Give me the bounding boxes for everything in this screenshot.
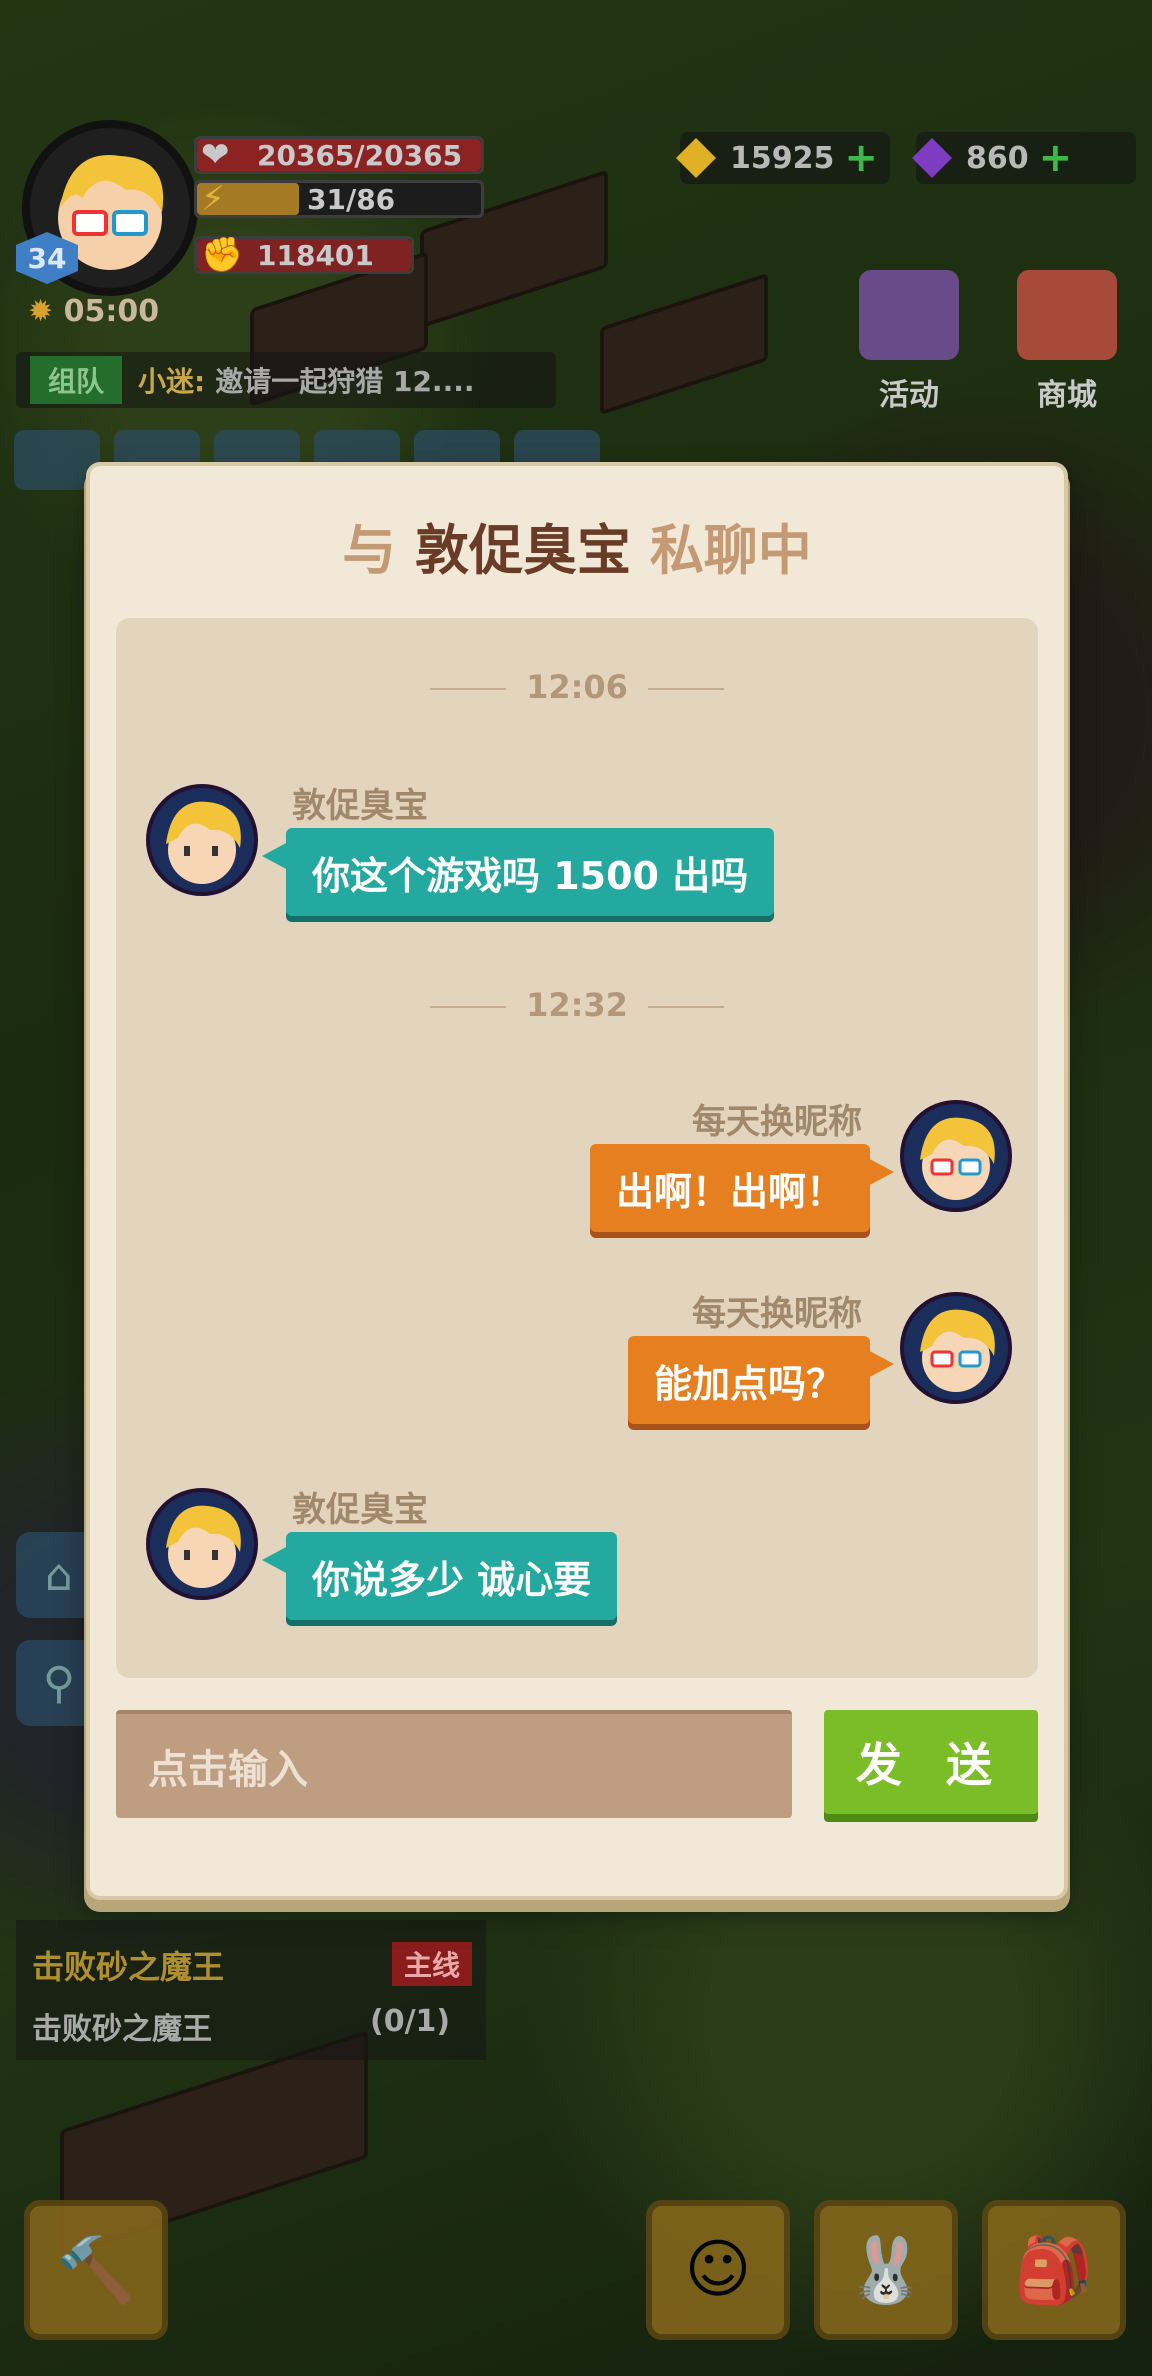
self-avatar[interactable] bbox=[900, 1100, 1012, 1212]
message-bubble: 你说多少 诚心要 bbox=[261, 1532, 618, 1620]
quest-subtitle: 击败砂之魔王 bbox=[32, 2012, 212, 2047]
tool-button[interactable] bbox=[14, 430, 100, 490]
gold-currency[interactable]: 15925 + bbox=[676, 132, 890, 184]
power-bar: ✊ 118401 bbox=[194, 235, 414, 275]
sender-name: 敦促臭宝 bbox=[292, 1490, 428, 1530]
title-suffix: 私聊中 bbox=[649, 519, 812, 582]
shop-label: 商城 bbox=[1037, 378, 1097, 413]
pets-icon[interactable]: 🐰 bbox=[814, 2200, 958, 2340]
heart-icon: ❤ bbox=[201, 135, 230, 175]
purple-gem-icon bbox=[912, 138, 952, 178]
send-button[interactable]: 发 送 bbox=[824, 1710, 1038, 1814]
lightning-icon: ⚡ bbox=[201, 179, 225, 219]
event-button[interactable]: 活动 bbox=[854, 270, 964, 414]
quest-progress: (0/1) bbox=[370, 2004, 451, 2039]
sender-name: 敦促臭宝 bbox=[292, 786, 428, 826]
gem-amount: 860 bbox=[966, 140, 1029, 176]
countdown-timer: ✹ 05:00 bbox=[28, 294, 159, 329]
private-chat-dialog: 与 敦促臭宝 私聊中 12:06 敦促臭宝 你这个游戏吗 1500 出吗 12:… bbox=[90, 466, 1064, 1896]
star-icon bbox=[859, 270, 959, 360]
hammer-icon[interactable]: 🔨 bbox=[24, 2200, 168, 2340]
message-bubble: 能加点吗？ bbox=[627, 1336, 895, 1424]
event-label: 活动 bbox=[879, 378, 939, 413]
message-bubble: 出啊！出啊！ bbox=[589, 1144, 895, 1232]
team-invite-banner[interactable]: 组队 小迷: 邀请一起狩猎 12.... bbox=[16, 352, 556, 408]
plus-icon[interactable]: + bbox=[1039, 135, 1073, 181]
character-icon[interactable]: ☺ bbox=[646, 2200, 790, 2340]
team-message: 邀请一起狩猎 12.... bbox=[215, 365, 475, 398]
partner-avatar[interactable] bbox=[146, 784, 258, 896]
sender-name: 每天换昵称 bbox=[692, 1102, 862, 1142]
timer-value: 05:00 bbox=[63, 294, 160, 329]
energy-value: 31/86 bbox=[307, 182, 396, 216]
fist-icon: ✊ bbox=[201, 235, 244, 275]
timestamp: 12:06 bbox=[116, 668, 1038, 706]
sender-name: 每天换昵称 bbox=[692, 1294, 862, 1334]
health-value: 20365/20365 bbox=[257, 138, 463, 172]
store-icon bbox=[1017, 270, 1117, 360]
plus-icon[interactable]: + bbox=[844, 135, 878, 181]
power-value: 118401 bbox=[257, 238, 374, 272]
self-avatar[interactable] bbox=[900, 1292, 1012, 1404]
team-sender: 小迷: bbox=[138, 365, 206, 398]
timestamp: 12:32 bbox=[116, 986, 1038, 1024]
dialog-title: 与 敦促臭宝 私聊中 bbox=[90, 506, 1064, 585]
message-bubble: 你这个游戏吗 1500 出吗 bbox=[261, 828, 775, 916]
partner-avatar[interactable] bbox=[146, 1488, 258, 1600]
energy-bar: ⚡ 31/86 bbox=[194, 179, 484, 219]
shop-button[interactable]: 商城 bbox=[1012, 270, 1122, 414]
gem-currency[interactable]: 860 + bbox=[912, 132, 1136, 184]
team-tag: 组队 bbox=[30, 356, 123, 404]
gold-gem-icon bbox=[676, 138, 716, 178]
quest-title: 击败砂之魔王 bbox=[32, 1948, 225, 1986]
quest-badge: 主线 bbox=[392, 1942, 473, 1986]
sun-icon: ✹ bbox=[28, 294, 54, 329]
health-bar: ❤ 20365/20365 bbox=[194, 135, 484, 175]
chat-partner-name: 敦促臭宝 bbox=[415, 519, 631, 582]
backpack-icon[interactable]: 🎒 bbox=[982, 2200, 1126, 2340]
gold-amount: 15925 bbox=[730, 140, 835, 176]
title-prefix: 与 bbox=[342, 519, 397, 582]
quest-tracker[interactable]: 击败砂之魔王 主线 击败砂之魔王 (0/1) bbox=[16, 1920, 486, 2060]
message-input[interactable]: 点击输入 bbox=[116, 1710, 792, 1818]
chat-history[interactable]: 12:06 敦促臭宝 你这个游戏吗 1500 出吗 12:32 每天换昵称 出啊… bbox=[116, 618, 1038, 1678]
